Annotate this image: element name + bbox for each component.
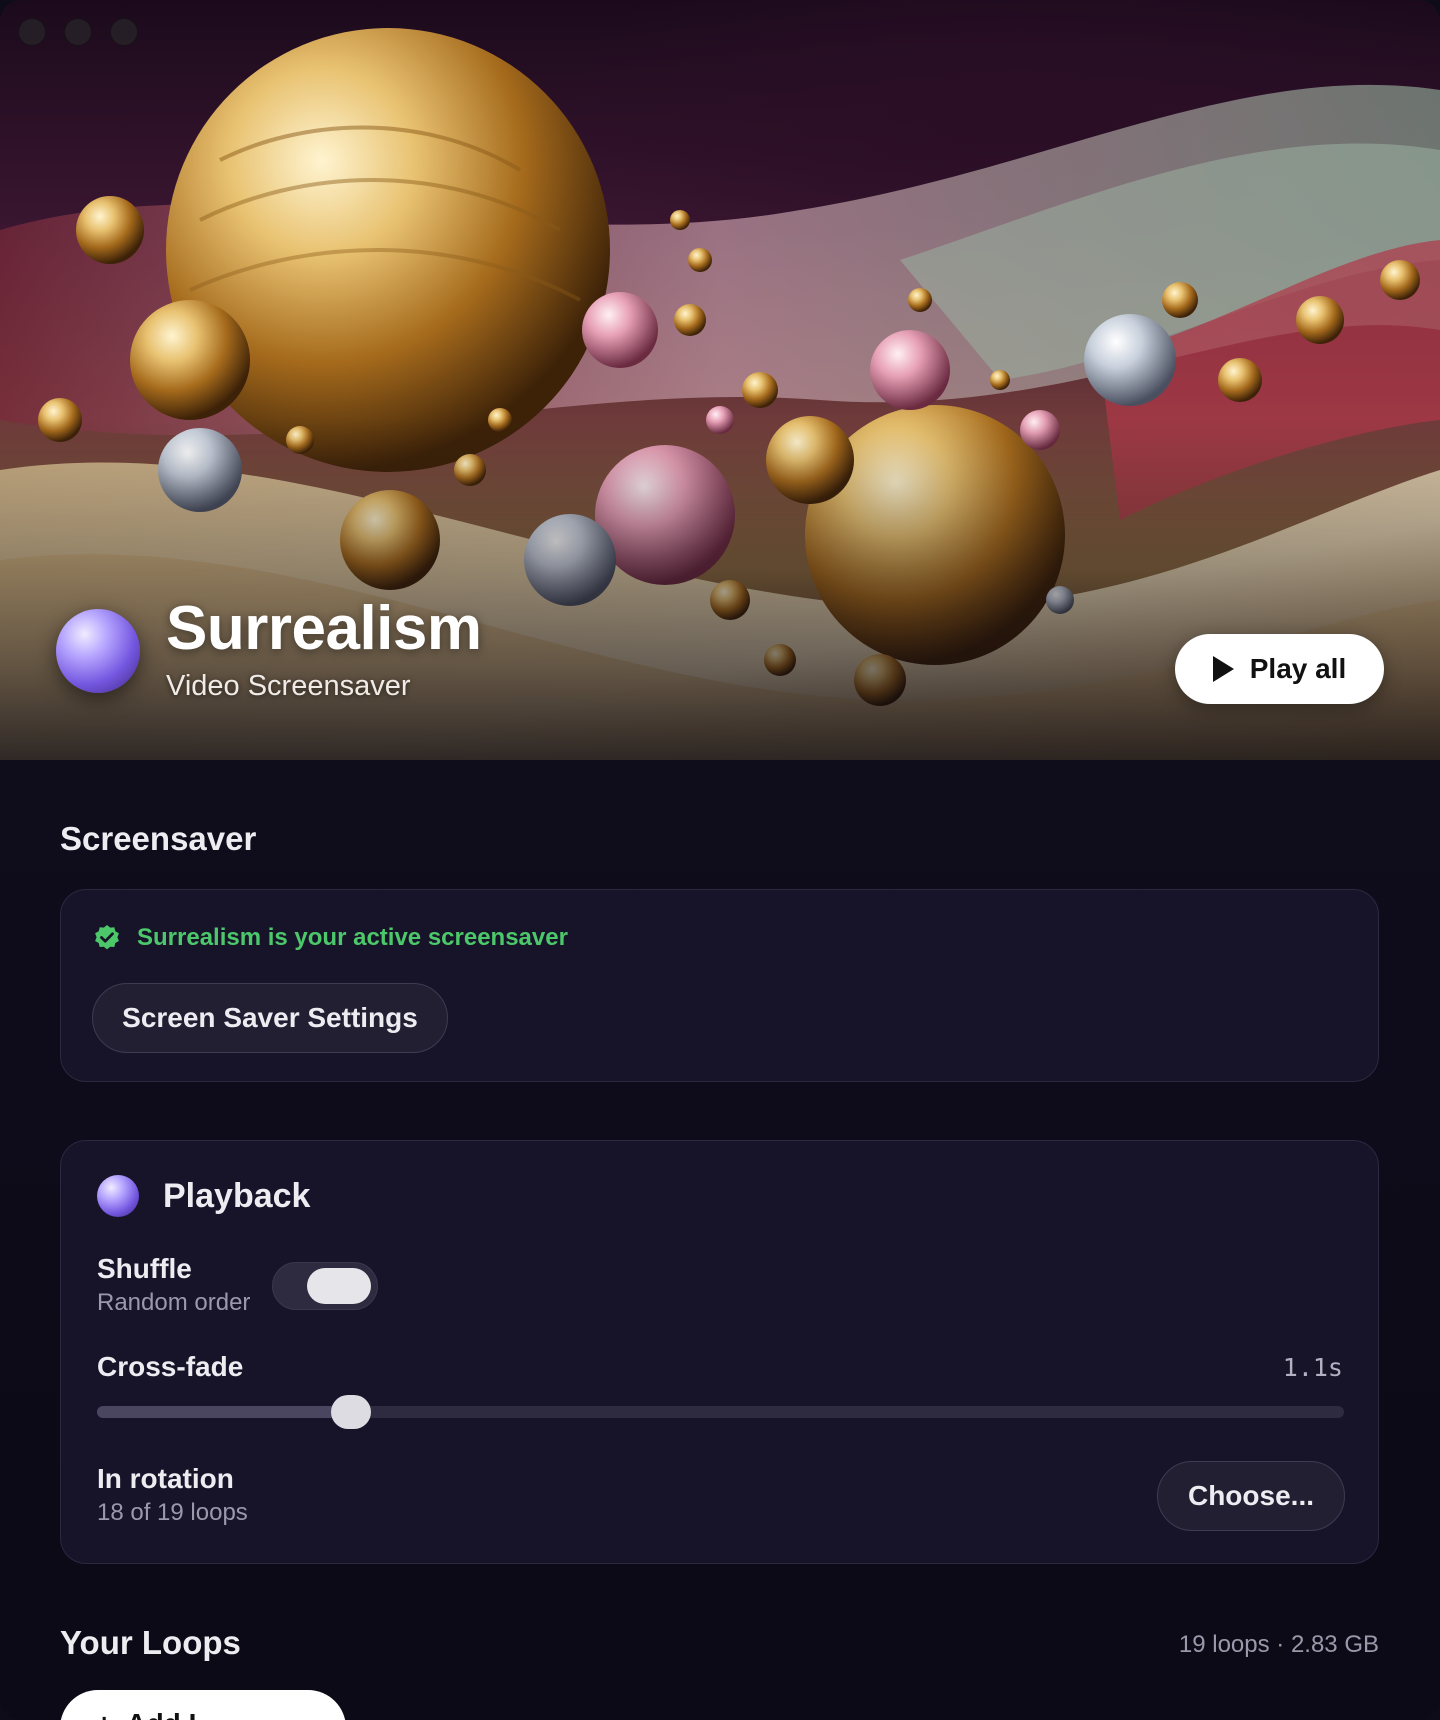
window-controls	[18, 18, 138, 46]
hero-banner: Surrealism Video Screensaver Play all	[0, 0, 1440, 760]
playback-header: Playback	[97, 1175, 310, 1217]
screensaver-card: Surrealism is your active screensaver Sc…	[60, 889, 1379, 1082]
hero-subtitle: Video Screensaver	[166, 670, 411, 702]
crossfade-slider-thumb[interactable]	[331, 1395, 372, 1429]
minimize-window-button[interactable]	[64, 18, 92, 46]
rotation-label: In rotation	[97, 1463, 234, 1494]
rotation-sublabel: 18 of 19 loops	[97, 1499, 248, 1526]
hero-brand: Surrealism Video Screensaver	[56, 598, 482, 703]
active-status-text: Surrealism is your active screensaver	[137, 924, 568, 951]
crossfade-label: Cross-fade	[97, 1351, 244, 1382]
playback-title: Playback	[163, 1176, 311, 1215]
shuffle-toggle-knob	[307, 1268, 371, 1304]
verified-check-icon	[95, 925, 119, 950]
screen-saver-settings-button[interactable]: Screen Saver Settings	[92, 983, 448, 1053]
hero-title: Surrealism	[166, 594, 482, 663]
hero-text: Surrealism Video Screensaver	[166, 598, 482, 703]
app-window: Surrealism Video Screensaver Play all Sc…	[0, 0, 1440, 1720]
close-window-button[interactable]	[18, 18, 46, 46]
shuffle-label: Shuffle	[97, 1253, 192, 1284]
shuffle-toggle[interactable]	[272, 1262, 378, 1310]
crossfade-slider-fill	[97, 1406, 352, 1418]
plus-icon: +	[96, 1708, 112, 1720]
add-loops-button[interactable]: + Add L	[60, 1690, 346, 1720]
crossfade-value: 1.1s	[1282, 1353, 1343, 1382]
play-icon	[1212, 656, 1234, 682]
zoom-window-button[interactable]	[110, 18, 138, 46]
play-all-button[interactable]: Play all	[1175, 634, 1384, 704]
active-status: Surrealism is your active screensaver	[93, 924, 568, 952]
play-all-label: Play all	[1249, 653, 1347, 684]
loops-section-title: Your Loops	[60, 1624, 241, 1661]
loops-meta: 19 loops · 2.83 GB	[1178, 1631, 1379, 1658]
app-orb-icon	[56, 608, 140, 693]
choose-loops-button[interactable]: Choose...	[1157, 1461, 1345, 1531]
playback-orb-icon	[97, 1175, 139, 1217]
crossfade-slider[interactable]	[97, 1395, 1344, 1429]
playback-card: Playback Shuffle Random order Cross-fade…	[60, 1140, 1379, 1564]
shuffle-sublabel: Random order	[97, 1289, 251, 1316]
add-loops-label: Add L	[126, 1708, 205, 1720]
screensaver-section-title: Screensaver	[60, 820, 257, 857]
